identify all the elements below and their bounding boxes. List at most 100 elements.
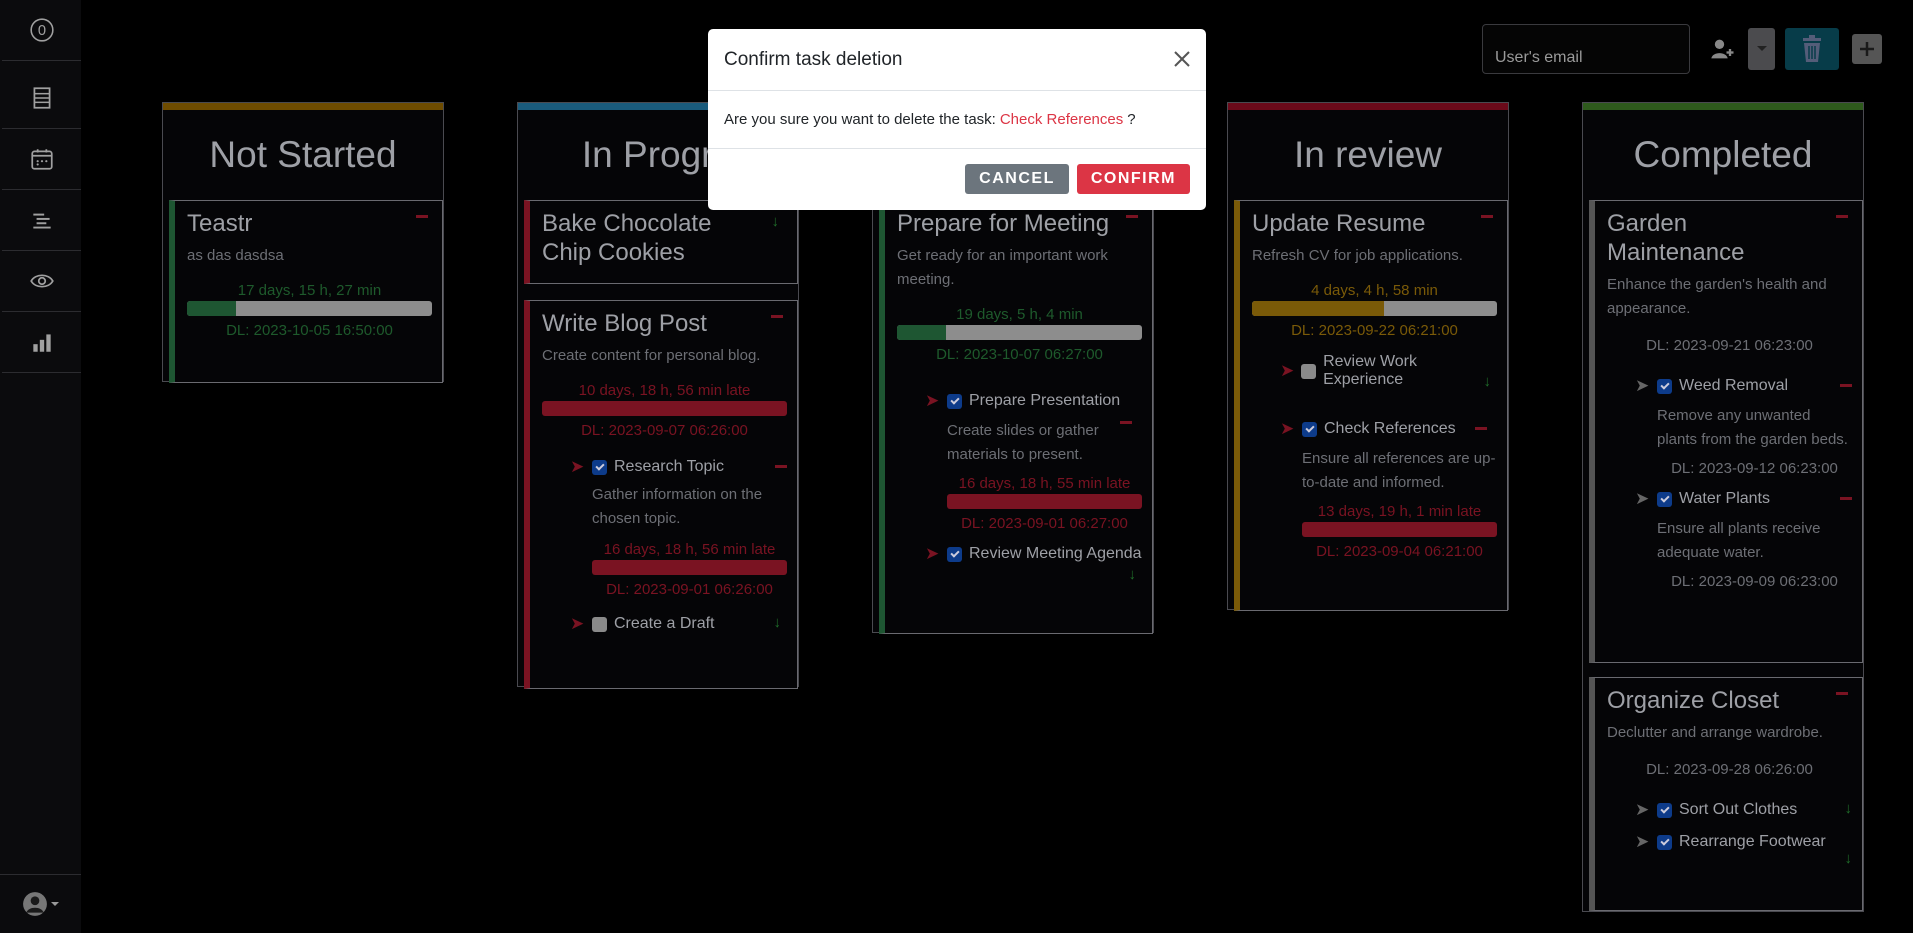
subtask-checkbox[interactable] <box>947 546 962 562</box>
expand-arrow-icon[interactable]: ↓ <box>1484 373 1492 390</box>
subtask-title: Check References <box>1324 420 1456 437</box>
subtask-checkbox[interactable] <box>592 459 607 475</box>
column-in-review: In review Update Resume Refresh CV for j… <box>1227 102 1509 611</box>
deadline: DL: 2023-09-04 06:21:00 <box>1316 543 1483 560</box>
subtask-title: Research Topic <box>614 458 724 475</box>
user-dropdown-button[interactable] <box>1748 28 1775 70</box>
sidebar-item-list[interactable] <box>2 68 81 129</box>
subtask-arrow-icon: ➤ <box>1280 419 1295 438</box>
column-color-bar <box>163 103 443 110</box>
sidebar-item-stats[interactable] <box>2 312 81 373</box>
subtask-checkbox[interactable] <box>1657 491 1672 507</box>
delete-subtask-icon[interactable] <box>775 465 787 468</box>
subtask-checkbox[interactable] <box>1657 378 1672 394</box>
task-card[interactable]: Organize Closet Declutter and arrange wa… <box>1589 677 1863 911</box>
cancel-button[interactable]: CANCEL <box>965 164 1069 194</box>
task-description: Get ready for an important work meeting. <box>897 247 1108 288</box>
task-card[interactable]: Teastr as das dasdsa 17 days, 15 h, 27 m… <box>169 200 443 383</box>
subtask-checkbox[interactable] <box>1301 363 1317 379</box>
task-card[interactable]: Bake Chocolate Chip Cookies ↓ <box>524 200 798 284</box>
task-card[interactable]: Garden Maintenance Enhance the garden's … <box>1589 200 1863 663</box>
delete-subtask-icon[interactable] <box>1120 421 1132 424</box>
task-description: as das dasdsa <box>187 247 284 264</box>
column-title: Completed <box>1633 134 1813 175</box>
add-user-icon <box>1711 39 1734 59</box>
gantt-icon <box>32 213 51 229</box>
subtask-arrow-icon: ➤ <box>925 544 940 563</box>
deadline: DL: 2023-09-12 06:23:00 <box>1671 460 1838 477</box>
subtask-checkbox[interactable] <box>1302 421 1317 437</box>
expand-arrow-icon[interactable]: ↓ <box>772 213 780 230</box>
delete-task-icon[interactable] <box>1836 692 1848 695</box>
subtask-checkbox[interactable] <box>592 616 607 632</box>
delete-task-icon[interactable] <box>1126 215 1138 218</box>
task-title: Update Resume <box>1252 210 1426 237</box>
sidebar-item-watch[interactable] <box>2 251 81 312</box>
task-card[interactable]: Update Resume Refresh CV for job applica… <box>1234 200 1508 611</box>
add-task-button[interactable] <box>1852 34 1882 64</box>
delete-subtask-icon[interactable] <box>1475 427 1487 430</box>
caret-down-icon <box>1756 46 1767 51</box>
subtask: ➤ Sort Out Clothes ↓ <box>1635 800 1852 820</box>
subtask-checkbox[interactable] <box>947 393 962 409</box>
modal-title: Confirm task deletion <box>708 29 1206 91</box>
subtask: ➤ Research Topic Gather information on th… <box>570 457 787 598</box>
subtask-arrow-icon: ➤ <box>1280 361 1295 380</box>
delete-subtask-icon[interactable] <box>1840 384 1852 387</box>
caret-down-icon <box>51 902 59 906</box>
list-icon <box>33 87 50 109</box>
subtask-arrow-icon: ➤ <box>1635 832 1650 851</box>
expand-arrow-icon[interactable]: ↓ <box>1845 800 1853 817</box>
deadline: DL: 2023-09-01 06:27:00 <box>961 515 1128 532</box>
column-completed: Completed Garden Maintenance Enhance the… <box>1582 102 1864 912</box>
subtask-title: Rearrange Footwear <box>1679 833 1826 850</box>
sidebar-item-calendar[interactable] <box>2 129 81 190</box>
task-title: Write Blog Post <box>542 310 707 337</box>
subtask-arrow-icon: ➤ <box>1635 376 1650 395</box>
subtask-title: Weed Removal <box>1679 377 1789 394</box>
progress-bar <box>1302 522 1497 537</box>
delete-task-icon[interactable] <box>771 315 783 318</box>
delete-button[interactable] <box>1785 28 1839 70</box>
subtask-arrow-icon: ➤ <box>570 614 585 633</box>
task-card[interactable]: Prepare for Meeting Get ready for an imp… <box>879 200 1153 634</box>
subtask-description: Gather information on the chosen topic. <box>592 486 763 527</box>
task-title: Teastr <box>187 210 253 237</box>
time-remaining: 4 days, 4 h, 58 min <box>1311 282 1438 299</box>
task-title: Bake Chocolate Chip Cookies <box>542 210 712 266</box>
delete-task-icon[interactable] <box>1836 215 1848 218</box>
subtask: ➤ Check References Ensure all references … <box>1280 419 1497 560</box>
user-menu[interactable] <box>0 874 81 933</box>
subtask-checkbox[interactable] <box>1657 802 1672 818</box>
expand-arrow-icon[interactable]: ↓ <box>1129 566 1137 583</box>
subtask-description: Create slides or gather materials to pre… <box>947 422 1099 463</box>
sidebar-item-gantt[interactable] <box>2 190 81 251</box>
modal-footer: CANCEL CONFIRM <box>708 149 1206 194</box>
subtask: ➤ Weed Removal Remove any unwanted plants… <box>1635 376 1852 477</box>
task-card[interactable]: Write Blog Post Create content for perso… <box>524 300 798 689</box>
task-title: Prepare for Meeting <box>897 210 1110 237</box>
column-not-started: Not Started Teastr as das dasdsa 17 days… <box>162 102 444 383</box>
column-title: In review <box>1293 134 1443 175</box>
subtask-checkbox[interactable] <box>1657 834 1672 850</box>
delete-task-icon[interactable] <box>416 215 428 218</box>
subtask-title: Water Plants <box>1679 490 1770 507</box>
time-late: 10 days, 18 h, 56 min late <box>578 382 751 399</box>
add-user-button[interactable] <box>1706 32 1740 66</box>
close-icon[interactable] <box>1172 49 1192 69</box>
plus-icon <box>1860 42 1874 56</box>
delete-task-icon[interactable] <box>1481 215 1493 218</box>
confirm-button[interactable]: CONFIRM <box>1076 164 1190 194</box>
sidebar: 0 <box>0 0 81 933</box>
subtask-arrow-icon: ➤ <box>1635 800 1650 819</box>
expand-arrow-icon[interactable]: ↓ <box>1845 850 1853 867</box>
modal-task-name: Check References <box>999 111 1124 128</box>
delete-subtask-icon[interactable] <box>1840 497 1852 500</box>
user-email-input[interactable] <box>1482 24 1690 74</box>
progress-bar <box>947 494 1142 509</box>
modal-body-suffix: ? <box>1127 111 1136 128</box>
expand-arrow-icon[interactable]: ↓ <box>774 614 782 631</box>
sidebar-item-timer[interactable]: 0 <box>2 0 81 61</box>
deadline: DL: 2023-09-01 06:26:00 <box>606 581 773 598</box>
trash-icon <box>1803 35 1821 62</box>
